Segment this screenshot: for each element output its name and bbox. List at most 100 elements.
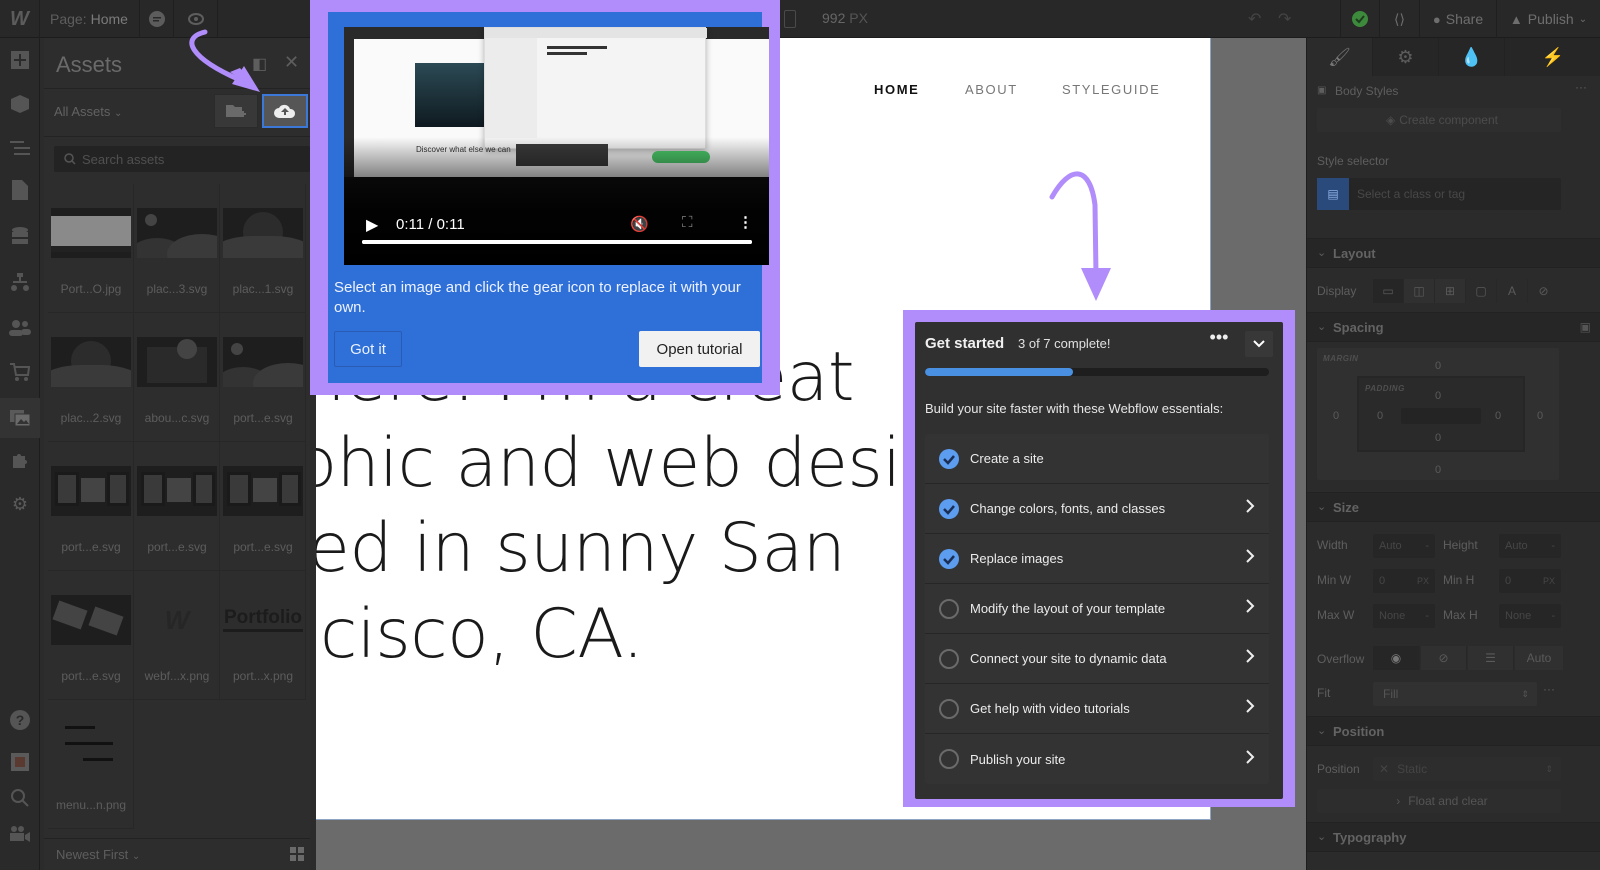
sort-dropdown[interactable]: Newest First ⌄ [56,847,140,862]
fullscreen-icon[interactable]: ⛶ [682,214,693,231]
margin-right[interactable]: 0 [1537,410,1543,422]
mute-icon[interactable]: 🔇 [630,215,649,233]
symbols-cube-icon[interactable] [8,92,32,116]
margin-bottom[interactable]: 0 [1435,464,1441,476]
more-options-icon[interactable]: ••• [1207,328,1231,354]
code-icon[interactable]: ⟨⟩ [1380,0,1420,38]
fit-select[interactable]: Fill ⇕ [1373,682,1537,706]
video-tutorials-icon[interactable] [8,822,32,846]
asset-tile[interactable]: port...e.svg [220,313,306,442]
page-selector[interactable]: Page: Home [40,0,140,38]
checklist-item[interactable]: Publish your site [925,734,1269,784]
close-icon[interactable]: ✕ [284,52,299,73]
asset-tile[interactable]: port...e.svg [48,571,134,700]
overflow-auto-button[interactable]: Auto [1515,646,1563,670]
spacing-toggle-icon[interactable]: ▣ [1580,320,1591,334]
publish-button[interactable]: ▲ Publish ⌄ [1497,0,1600,38]
section-size[interactable]: ⌄ Size [1307,492,1600,522]
tab-interactions-bolt-icon[interactable]: ⚡ [1505,38,1600,76]
style-selector-input[interactable]: ▤ Select a class or tag [1317,178,1561,210]
collapse-button[interactable] [1245,331,1273,357]
create-component-button[interactable]: ◈ Create component [1317,108,1561,132]
margin-left[interactable]: 0 [1333,410,1339,422]
more-vertical-icon[interactable]: ⋮ [738,213,753,231]
asset-tile[interactable]: port...e.svg [220,442,306,571]
asset-tile[interactable]: plac...1.svg [220,184,306,313]
ecommerce-cart-icon[interactable] [8,360,32,384]
asset-tile[interactable]: port...e.svg [48,442,134,571]
height-input[interactable]: Auto - [1499,534,1561,558]
assets-filter-dropdown[interactable]: All Assets ⌄ [54,104,122,119]
apps-puzzle-icon[interactable] [8,448,32,472]
min-height-input[interactable]: 0 PX [1499,569,1561,593]
users-icon[interactable] [8,316,32,340]
audit-panel-icon[interactable] [8,750,32,774]
undo-icon[interactable]: ↶ [1248,9,1261,29]
search-icon[interactable] [8,786,32,810]
min-width-input[interactable]: 0 PX [1373,569,1435,593]
play-icon[interactable]: ▶ [366,215,378,235]
display-inline-block-icon[interactable]: ▢ [1466,279,1497,303]
assets-images-icon[interactable] [0,398,40,438]
section-position[interactable]: ⌄ Position [1307,716,1600,746]
comments-icon[interactable] [140,0,174,38]
nav-link-styleguide[interactable]: STYLEGUIDE [1062,82,1160,97]
nav-link-home[interactable]: HOME [874,82,919,97]
settings-gear-icon[interactable]: ⚙ [8,492,32,516]
section-typography[interactable]: ⌄ Typography [1307,822,1600,852]
padding-top[interactable]: 0 [1435,390,1441,402]
add-elements-icon[interactable] [8,48,32,72]
section-layout[interactable]: ⌄ Layout [1307,238,1600,268]
overflow-scroll-icon[interactable]: ☰ [1468,646,1514,670]
display-flex-icon[interactable]: ◫ [1404,279,1435,303]
new-folder-button[interactable] [214,94,258,128]
open-tutorial-button[interactable]: Open tutorial [639,331,760,367]
padding-right[interactable]: 0 [1495,410,1501,422]
margin-top[interactable]: 0 [1435,360,1441,372]
asset-tile[interactable]: plac...2.svg [48,313,134,442]
got-it-button[interactable]: Got it [334,331,402,367]
checklist-item[interactable]: Replace images [925,534,1269,584]
asset-tile[interactable]: plac...3.svg [134,184,220,313]
asset-tile[interactable]: Port...O.jpg [48,184,134,313]
section-spacing[interactable]: ⌄ Spacing ▣ [1307,312,1600,342]
display-inline-icon[interactable]: A [1497,279,1528,303]
share-button[interactable]: ● Share [1420,0,1497,38]
upload-asset-button[interactable] [262,94,308,128]
pages-icon[interactable] [8,178,32,202]
checklist-item[interactable]: Change colors, fonts, and classes [925,484,1269,534]
overflow-visible-eye-icon[interactable]: ◉ [1373,646,1420,670]
site-status-icon[interactable] [1340,0,1380,38]
asset-tile[interactable]: menu...n.png [48,700,134,829]
logic-flow-icon[interactable] [8,270,32,294]
asset-tile[interactable]: abou...c.svg [134,313,220,442]
help-icon[interactable]: ? [8,708,32,732]
tab-style-manager-drops-icon[interactable]: 💧 [1439,38,1505,76]
float-clear-toggle[interactable]: › Float and clear [1317,789,1561,813]
asset-tile[interactable]: Wwebf...x.png [134,571,220,700]
asset-tile[interactable]: port...e.svg [134,442,220,571]
grid-view-icon[interactable] [290,847,304,861]
assets-search-input[interactable] [82,151,282,167]
padding-bottom[interactable]: 0 [1435,432,1441,444]
display-block-icon[interactable]: ▭ [1373,279,1404,303]
asset-tile[interactable]: Portfolio port...x.png [220,571,306,700]
checklist-item[interactable]: Modify the layout of your template [925,584,1269,634]
width-input[interactable]: Auto - [1373,534,1435,558]
display-grid-icon[interactable]: ⊞ [1435,279,1466,303]
padding-left[interactable]: 0 [1377,410,1383,422]
more-options-icon[interactable]: ··· [1543,682,1555,696]
checklist-item[interactable]: Create a site [925,434,1269,484]
navigator-icon[interactable] [8,136,32,160]
redo-icon[interactable]: ↷ [1278,9,1291,29]
tab-settings-gear-icon[interactable]: ⚙ [1373,38,1439,76]
device-tablet-icon[interactable] [784,10,796,28]
assets-search[interactable] [54,146,310,172]
position-select[interactable]: ✕ Static ⇕ [1373,757,1561,781]
tab-style-brush-icon[interactable]: 🖌 [1307,38,1373,76]
more-options-icon[interactable]: ··· [1575,80,1587,94]
tutorial-video[interactable]: Discover what else we can ▶ 0:11 / 0:11 … [344,27,769,265]
nav-link-about[interactable]: ABOUT [965,82,1018,97]
video-progress-bar[interactable] [362,240,752,244]
cms-database-icon[interactable] [8,224,32,248]
